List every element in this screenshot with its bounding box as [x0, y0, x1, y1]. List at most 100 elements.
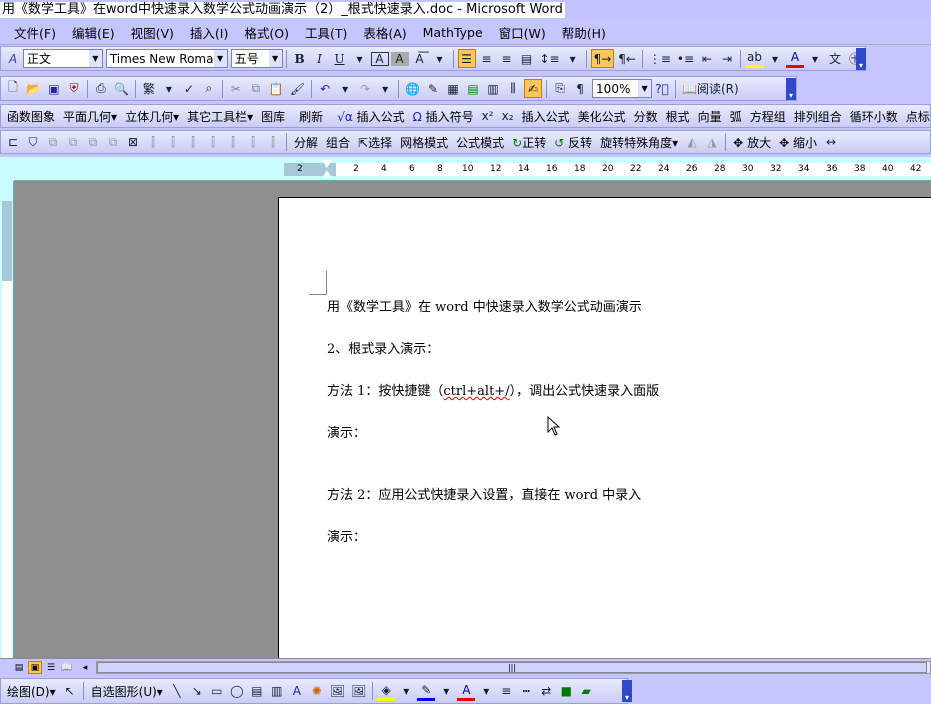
- char-scale-icon[interactable]: A͞: [411, 49, 429, 68]
- dropdown-arrow-icon[interactable]: ▾: [806, 49, 824, 68]
- permutation-button[interactable]: 排列组合: [790, 108, 846, 125]
- print-preview-icon[interactable]: 🔍: [112, 79, 131, 98]
- italic-icon[interactable]: I: [311, 49, 329, 68]
- textbox-icon[interactable]: ▤: [248, 682, 266, 701]
- rtl-icon[interactable]: ¶←: [616, 49, 638, 68]
- distribute3-icon[interactable]: ⫿: [184, 133, 202, 152]
- dash-style-icon[interactable]: ┅: [517, 682, 535, 701]
- vertical-textbox-icon[interactable]: ▥: [268, 682, 286, 701]
- chevron-down-icon[interactable]: ▼: [638, 80, 652, 97]
- insert-table-icon[interactable]: ▦: [444, 79, 462, 98]
- read-button[interactable]: 📖 阅读(R): [680, 79, 741, 98]
- menu-insert[interactable]: 插入(I): [182, 23, 236, 42]
- char-border-icon[interactable]: A: [370, 51, 389, 66]
- oval-icon[interactable]: ◯: [228, 682, 246, 701]
- repeating-decimal-button[interactable]: 循环小数: [846, 108, 902, 125]
- subscript-icon[interactable]: x₂: [499, 107, 517, 126]
- toolbar-options-icon[interactable]: ▾: [622, 680, 632, 702]
- doc-line-method2[interactable]: 方法 2：应用公式快捷录入设置，直接在 word 中录入: [327, 484, 641, 503]
- print-view-icon[interactable]: ☰: [44, 661, 58, 674]
- size-select[interactable]: 五号 ▼: [230, 49, 283, 68]
- redo-icon[interactable]: ↷: [356, 79, 374, 98]
- toolbar-options-icon[interactable]: ▾: [856, 48, 866, 70]
- insert-excel-icon[interactable]: ▤: [464, 79, 482, 98]
- order-shapes-icon[interactable]: ⧉: [84, 133, 102, 152]
- line-icon[interactable]: ╲: [168, 682, 186, 701]
- menu-mathtype[interactable]: MathType: [415, 25, 491, 40]
- function-graph-button[interactable]: 函数图象: [3, 108, 59, 125]
- shadow-icon[interactable]: ■: [557, 682, 575, 701]
- document-map-icon[interactable]: ✍: [524, 79, 543, 98]
- menu-format[interactable]: 格式(O): [236, 23, 297, 42]
- rotate-cw-button[interactable]: ↻正转: [508, 134, 550, 151]
- superscript-icon[interactable]: x²: [479, 107, 497, 126]
- dropdown-arrow-icon[interactable]: ▾: [336, 79, 354, 98]
- toolbar-options-icon[interactable]: ▾: [786, 78, 796, 100]
- new-document-icon[interactable]: 🗋: [4, 79, 22, 98]
- doc-line-title[interactable]: 用《数学工具》在 word 中快速录入数学公式动画演示: [327, 296, 642, 315]
- select-objects-icon[interactable]: ↖: [61, 682, 79, 701]
- 3d-icon[interactable]: ▰: [577, 682, 595, 701]
- dropdown-arrow-icon[interactable]: ▾: [351, 49, 369, 68]
- distributed-icon[interactable]: ▤: [518, 49, 536, 68]
- align-left-shapes-icon[interactable]: ⧉: [44, 133, 62, 152]
- distribute4-icon[interactable]: ⫿: [204, 133, 222, 152]
- align-right-icon[interactable]: ≡: [498, 49, 516, 68]
- document-page[interactable]: 用《数学工具》在 word 中快速录入数学公式动画演示 2、根式录入演示： 方法…: [278, 197, 931, 658]
- menu-help[interactable]: 帮助(H): [554, 23, 614, 42]
- menu-tools[interactable]: 工具(T): [297, 23, 355, 42]
- align-justify-icon[interactable]: ☰: [457, 49, 476, 68]
- doc-line-section[interactable]: 2、根式录入演示：: [327, 338, 439, 357]
- grid-mode-button[interactable]: 网格模式: [396, 134, 452, 151]
- drawing-icon[interactable]: ⫼: [504, 79, 522, 98]
- clipart-icon[interactable]: 🖼: [328, 682, 347, 701]
- normal-view-icon[interactable]: ▤: [12, 661, 26, 674]
- menu-file[interactable]: 文件(F): [6, 23, 64, 42]
- scroll-left-icon[interactable]: ◂: [78, 661, 92, 674]
- font-select[interactable]: Times New Roman ▼: [105, 49, 228, 68]
- research-icon[interactable]: ⌕: [200, 79, 218, 98]
- rotate-angle-button[interactable]: 旋转特殊角度▾: [596, 134, 682, 151]
- rect-select-icon[interactable]: ⊏: [4, 133, 22, 152]
- solid-geometry-button[interactable]: 立体几何▾: [121, 108, 183, 125]
- phonetic-guide-icon[interactable]: 文: [826, 49, 844, 68]
- undo-icon[interactable]: ↶: [316, 79, 334, 98]
- chevron-down-icon[interactable]: ▼: [213, 50, 227, 67]
- distribute7-icon[interactable]: ⫿: [264, 133, 282, 152]
- line-color-icon[interactable]: ✎: [417, 682, 436, 701]
- zoom-out-button[interactable]: ✥ 缩小: [775, 134, 821, 151]
- copy-icon[interactable]: ⧉: [247, 79, 265, 98]
- draw-menu-button[interactable]: 绘图(D)▾: [3, 683, 60, 700]
- permission-icon[interactable]: ⛨: [65, 79, 83, 98]
- menu-edit[interactable]: 编辑(E): [64, 23, 123, 42]
- distribute2-icon[interactable]: ⫿: [164, 133, 182, 152]
- line-spacing-icon[interactable]: ↕≡: [538, 49, 562, 68]
- vertical-ruler[interactable]: [0, 181, 14, 658]
- insert-symbol-button[interactable]: Ω 插入符号: [409, 108, 478, 125]
- formula-mode-button[interactable]: 公式模式: [452, 134, 508, 151]
- ungroup-button[interactable]: 分解: [290, 134, 322, 151]
- diagram-icon[interactable]: ✺: [308, 682, 326, 701]
- help-icon[interactable]: ?⃝: [653, 79, 671, 98]
- ltr-icon[interactable]: ¶→: [590, 49, 615, 68]
- select-button[interactable]: ⇱选择: [354, 134, 396, 151]
- char-shading-icon[interactable]: A: [390, 51, 409, 66]
- style-select[interactable]: 正文 ▼: [23, 49, 103, 68]
- document-workspace[interactable]: 用《数学工具》在 word 中快速录入数学公式动画演示 2、根式录入演示： 方法…: [14, 181, 931, 658]
- refresh-button[interactable]: 刷新: [295, 108, 327, 125]
- bullets-icon[interactable]: •≡: [675, 49, 696, 68]
- spelling-icon[interactable]: ✓: [180, 79, 198, 98]
- gallery-button[interactable]: 图库: [257, 108, 289, 125]
- insert-formula2-button[interactable]: 插入公式: [518, 108, 574, 125]
- align-center-icon[interactable]: ≡: [478, 49, 496, 68]
- wordart-icon[interactable]: A: [288, 682, 306, 701]
- hanging-indent-icon[interactable]: [322, 170, 332, 178]
- menu-table[interactable]: 表格(A): [355, 23, 414, 42]
- dropdown-arrow-icon[interactable]: ▾: [437, 682, 455, 701]
- chevron-down-icon[interactable]: ▼: [268, 50, 282, 67]
- dot-mark-button[interactable]: 点标: [902, 108, 931, 125]
- indent-marker-icon[interactable]: [322, 160, 332, 168]
- paste-icon[interactable]: 📋: [267, 79, 286, 98]
- distribute-icon[interactable]: ⫿: [144, 133, 162, 152]
- dropdown-arrow-icon[interactable]: ▾: [477, 682, 495, 701]
